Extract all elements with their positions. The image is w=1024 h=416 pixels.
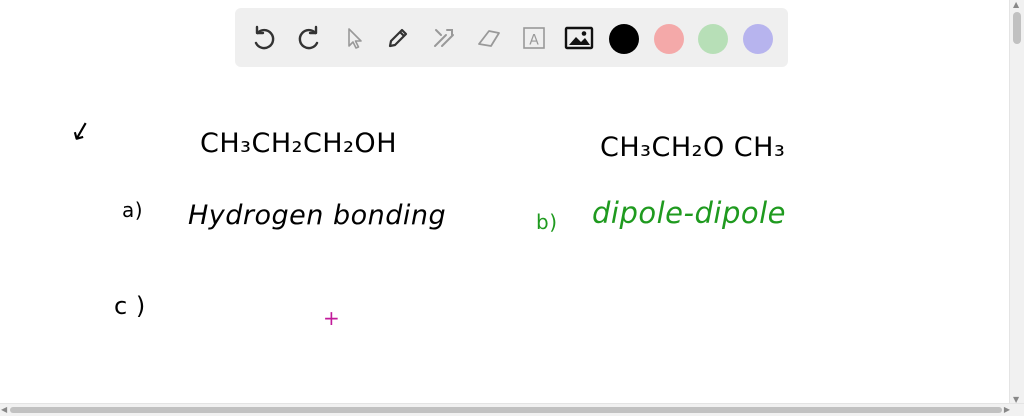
eraser-icon[interactable] (473, 22, 505, 54)
horizontal-scroll-thumb[interactable] (10, 407, 1002, 413)
collapse-marker: ↙ (66, 113, 96, 149)
text-box-icon[interactable]: A (518, 22, 550, 54)
scroll-up-icon[interactable]: ▲ (1013, 0, 1019, 9)
formula-methoxyethane: CH₃CH₂O CH₃ (600, 132, 786, 163)
formula-propanol: CH₃CH₂CH₂OH (200, 128, 397, 159)
vertical-scroll-thumb[interactable] (1013, 12, 1021, 44)
undo-icon[interactable] (248, 22, 280, 54)
color-black-swatch[interactable] (609, 24, 639, 54)
select-pointer-icon[interactable] (338, 22, 370, 54)
color-lavender-swatch[interactable] (743, 24, 773, 54)
item-c-label: c ) (114, 292, 146, 320)
color-green-swatch[interactable] (698, 24, 728, 54)
image-icon[interactable] (563, 22, 595, 54)
horizontal-scrollbar[interactable]: ◀ ▶ (0, 403, 1024, 416)
scroll-right-icon[interactable]: ▶ (1004, 405, 1010, 414)
color-pink-swatch[interactable] (654, 24, 684, 54)
pen-icon[interactable] (383, 22, 415, 54)
item-a-answer: Hydrogen bonding (188, 200, 447, 231)
drawing-toolbar: A (235, 8, 788, 67)
tools-icon[interactable] (428, 22, 460, 54)
whiteboard-canvas[interactable]: ↙ CH₃CH₂CH₂OH CH₃CH₂O CH₃ a) Hydrogen bo… (0, 70, 1010, 404)
item-a-label: a) (122, 198, 144, 222)
redo-icon[interactable] (293, 22, 325, 54)
item-b-answer: dipole-dipole (592, 196, 786, 230)
scroll-left-icon[interactable]: ◀ (1, 405, 7, 414)
cursor-crosshair: + (323, 306, 341, 330)
item-b-label: b) (536, 210, 558, 234)
vertical-scrollbar[interactable]: ▲ ▼ (1009, 0, 1024, 404)
svg-text:A: A (529, 33, 539, 49)
